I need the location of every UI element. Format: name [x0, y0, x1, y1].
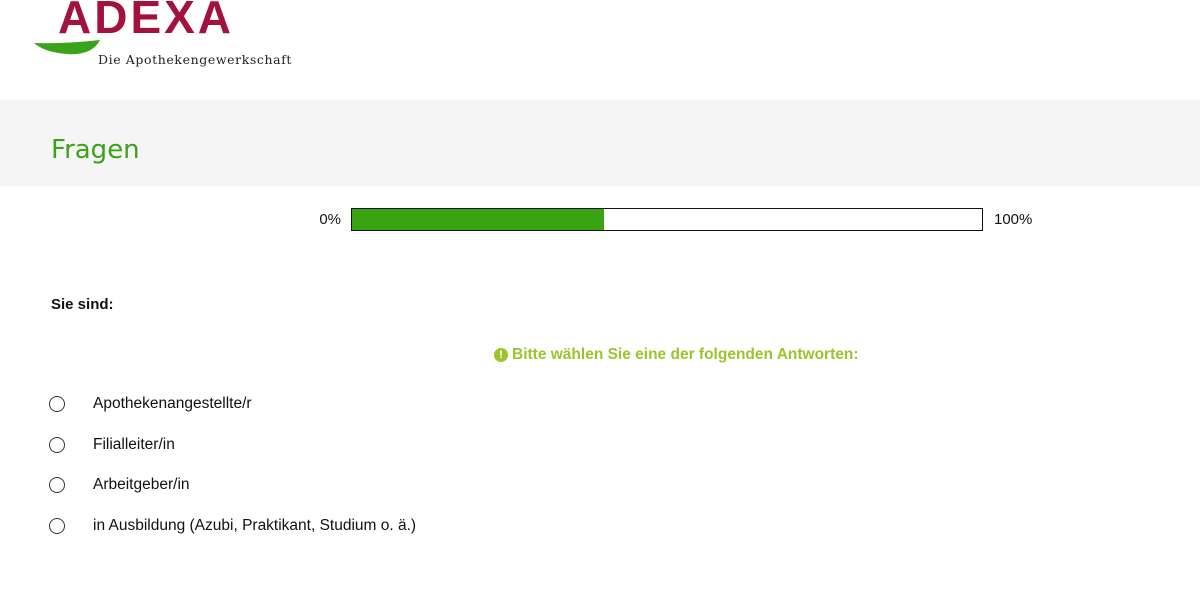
option-apothekenangestellte[interactable]: Apothekenangestellte/r [49, 384, 416, 425]
option-ausbildung[interactable]: in Ausbildung (Azubi, Praktikant, Studiu… [49, 506, 416, 547]
answer-hint: ! Bitte wählen Sie eine der folgenden An… [494, 346, 859, 364]
radio-button[interactable] [49, 436, 65, 453]
option-label[interactable]: Filialleiter/in [93, 436, 175, 454]
option-label[interactable]: in Ausbildung (Azubi, Praktikant, Studiu… [93, 517, 416, 535]
progress-min-label: 0% [319, 211, 341, 228]
adexa-logo[interactable]: ADEXA Die Apothekengewerkschaft [34, 0, 304, 80]
option-label[interactable]: Apothekenangestellte/r [93, 395, 252, 413]
page-title: Fragen [51, 135, 140, 165]
progress-bar [351, 208, 983, 231]
answer-hint-text: Bitte wählen Sie eine der folgenden Antw… [512, 346, 859, 363]
radio-button[interactable] [49, 517, 65, 534]
radio-button[interactable] [49, 396, 65, 413]
progress-fill [352, 209, 604, 230]
radio-button[interactable] [49, 477, 65, 494]
answer-options: Apothekenangestellte/r Filialleiter/in A… [49, 384, 416, 546]
option-label[interactable]: Arbeitgeber/in [93, 476, 190, 494]
logo-swoosh-icon [34, 40, 100, 55]
logo-wordmark: ADEXA [58, 0, 235, 43]
survey-page: ADEXA Die Apothekengewerkschaft Fragen 0… [0, 0, 1200, 615]
option-filialleiter[interactable]: Filialleiter/in [49, 425, 416, 466]
option-arbeitgeber[interactable]: Arbeitgeber/in [49, 465, 416, 506]
logo-tagline: Die Apothekengewerkschaft [98, 52, 293, 67]
exclamation-circle-icon: ! [494, 348, 508, 362]
question-label: Sie sind: [51, 296, 114, 313]
page-header [0, 100, 1200, 186]
progress-max-label: 100% [994, 211, 1033, 228]
